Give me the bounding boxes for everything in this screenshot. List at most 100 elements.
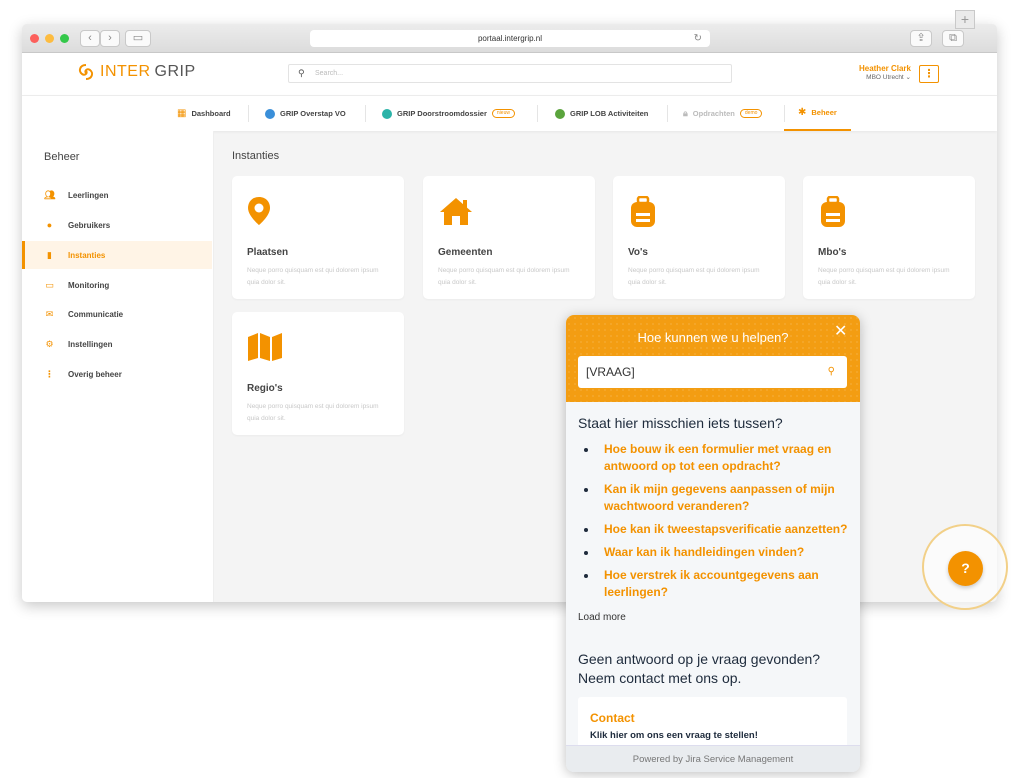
divider xyxy=(248,105,249,122)
card-description: Neque porro quisquam est qui dolorem ips… xyxy=(818,267,950,286)
backpack-icon xyxy=(821,196,845,227)
app-header: INTER GRIP ⚲ Search... Heather Clark MBO … xyxy=(22,53,997,96)
tab-label: Dashboard xyxy=(191,109,231,118)
tab-label: GRIP Overstap VO xyxy=(280,109,346,118)
grid-icon: ▦ xyxy=(177,108,187,119)
sidebar-item-monitoring[interactable]: ▭ Monitoring xyxy=(22,271,212,299)
maximize-window-dot[interactable] xyxy=(60,34,69,43)
user-organization: MBO Utrecht ⌄ xyxy=(866,74,911,81)
user-menu[interactable]: Heather Clark MBO Utrecht ⌄ xyxy=(859,64,911,81)
building-icon: ▮ xyxy=(47,249,52,260)
widget-search-value: [VRAAG] xyxy=(586,365,635,379)
suggestions-list: Hoe bouw ik een formulier met vraag en a… xyxy=(578,441,848,607)
card-title: Vo's xyxy=(628,247,648,258)
user-icon: ● xyxy=(46,220,53,230)
card-description: Neque porro quisquam est qui dolorem ips… xyxy=(247,267,379,286)
card-description: Neque porro quisquam est qui dolorem ips… xyxy=(438,267,570,286)
logo-text-inter: INTER xyxy=(100,63,151,80)
sidebar-item-gebruikers[interactable]: ● Gebruikers xyxy=(22,211,212,239)
demo-badge: demo xyxy=(739,109,763,118)
card-description: Neque porro quisquam est qui dolorem ips… xyxy=(247,403,379,422)
tabs-icon[interactable]: ⧉ xyxy=(942,30,964,47)
sidebar: Beheer 👥︎ Leerlingen ● Gebruikers ▮ Instant… xyxy=(22,131,214,602)
suggestion-link[interactable]: Hoe bouw ik een formulier met vraag en a… xyxy=(578,441,848,475)
card-vos[interactable]: Vo's Neque porro quisquam est qui dolore… xyxy=(613,176,785,299)
new-tab-icon[interactable]: + xyxy=(955,10,975,29)
tab-dashboard[interactable]: ▦ Dashboard xyxy=(177,96,231,131)
new-badge: nieuw xyxy=(491,109,515,118)
tab-grip-lob-activiteiten[interactable]: GRIP LOB Activiteiten xyxy=(555,96,648,131)
card-title: Plaatsen xyxy=(247,247,289,258)
sidebar-item-instanties[interactable]: ▮ Instanties xyxy=(22,241,212,269)
sidebar-item-label: Instellingen xyxy=(68,339,113,349)
card-title: Regio's xyxy=(247,383,283,394)
close-window-dot[interactable] xyxy=(30,34,39,43)
card-mbos[interactable]: Mbo's Neque porro quisquam est qui dolor… xyxy=(803,176,975,299)
sidebar-item-label: Leerlingen xyxy=(68,190,109,200)
intergrip-logo[interactable]: INTER GRIP xyxy=(76,63,196,81)
browser-toolbar: ‹ › ▭ portaal.intergrip.nl ↻ ⇪ ⧉ xyxy=(22,24,997,53)
search-placeholder: Search... xyxy=(315,70,344,77)
overstap-icon xyxy=(265,108,275,119)
no-answer-text: Geen antwoord op je vraag gevonden? Neem… xyxy=(578,651,821,686)
vertical-dots-icon: ⋮ xyxy=(45,368,54,379)
logo-icon xyxy=(78,64,94,80)
map-icon xyxy=(248,333,282,361)
reload-icon[interactable]: ↻ xyxy=(694,30,702,47)
card-plaatsen[interactable]: Plaatsen Neque porro quisquam est qui do… xyxy=(232,176,404,299)
suggestion-link[interactable]: Hoe verstrek ik accountgegevens aan leer… xyxy=(578,567,848,601)
sidebar-item-communicatie[interactable]: ✉ Communicatie xyxy=(22,300,212,328)
search-icon: ⚲ xyxy=(298,68,305,78)
help-widget: Hoe kunnen we u helpen? ✕ [VRAAG] ⚲ Staa… xyxy=(566,315,860,772)
logo-text-grip: GRIP xyxy=(154,63,196,80)
sidebar-item-instellingen[interactable]: ⚙ Instellingen xyxy=(22,330,212,358)
widget-footer: Powered by Jira Service Management xyxy=(566,745,860,772)
cogs-icon: ⚙ xyxy=(45,338,54,349)
sidebar-item-leerlingen[interactable]: 👥︎ Leerlingen xyxy=(22,181,212,209)
widget-header: Hoe kunnen we u helpen? ✕ [VRAAG] ⚲ xyxy=(566,315,860,402)
sidebar-item-label: Gebruikers xyxy=(68,220,111,230)
backpack-icon xyxy=(631,196,655,227)
suggestion-link[interactable]: Waar kan ik handleidingen vinden? xyxy=(578,544,848,561)
close-icon[interactable]: ✕ xyxy=(834,321,847,341)
contact-description: Klik hier om ons een vraag te stellen! xyxy=(590,730,758,741)
home-icon xyxy=(440,198,472,225)
search-icon: ⚲ xyxy=(827,366,835,377)
back-icon[interactable]: ‹ xyxy=(80,30,100,47)
tab-grip-doorstroomdossier[interactable]: GRIP Doorstroomdossier nieuw xyxy=(382,96,515,131)
main-navigation: ▦ Dashboard GRIP Overstap VO GRIP Doorst… xyxy=(22,96,997,131)
sidebar-item-overig-beheer[interactable]: ⋮ Overig beheer xyxy=(22,360,212,388)
gear-icon: ✱ xyxy=(798,107,807,118)
sidebar-item-label: Overig beheer xyxy=(68,369,122,379)
laptop-icon: ▭ xyxy=(45,279,54,290)
card-gemeenten[interactable]: Gemeenten Neque porro quisquam est qui d… xyxy=(423,176,595,299)
tab-grip-overstap-vo[interactable]: GRIP Overstap VO xyxy=(265,96,346,131)
sidebar-toggle-icon[interactable]: ▭ xyxy=(125,30,151,47)
help-button[interactable]: ? xyxy=(948,551,983,586)
tab-label: Beheer xyxy=(811,108,837,117)
share-icon[interactable]: ⇪ xyxy=(910,30,932,47)
tab-beheer[interactable]: ✱ Beheer xyxy=(784,96,851,131)
load-more-link[interactable]: Load more xyxy=(578,612,626,623)
search-input[interactable]: ⚲ Search... xyxy=(288,64,732,83)
contact-title: Contact xyxy=(590,711,635,725)
tab-label: Opdrachten xyxy=(692,109,735,118)
user-name: Heather Clark xyxy=(858,64,911,73)
card-title: Mbo's xyxy=(818,247,847,258)
card-title: Gemeenten xyxy=(438,247,493,258)
url-text: portaal.intergrip.nl xyxy=(477,34,543,43)
tab-label: GRIP Doorstroomdossier xyxy=(397,109,487,118)
address-bar[interactable]: portaal.intergrip.nl ↻ xyxy=(310,30,710,47)
envelope-icon: ✉ xyxy=(45,308,54,319)
tab-opdrachten[interactable]: 🔒︎ Opdrachten demo xyxy=(683,96,763,131)
suggestion-link[interactable]: Hoe kan ik tweestapsverificatie aanzette… xyxy=(578,521,848,538)
card-regios[interactable]: Regio's Neque porro quisquam est qui dol… xyxy=(232,312,404,435)
suggestion-link[interactable]: Kan ik mijn gegevens aanpassen of mijn w… xyxy=(578,481,848,515)
sidebar-item-label: Instanties xyxy=(68,250,106,260)
map-pin-icon xyxy=(248,197,270,225)
widget-title: Hoe kunnen we u helpen? xyxy=(637,330,789,345)
forward-icon[interactable]: › xyxy=(100,30,120,47)
minimize-window-dot[interactable] xyxy=(45,34,54,43)
widget-search-input[interactable]: [VRAAG] ⚲ xyxy=(578,356,847,388)
more-menu-icon[interactable]: ⋮ xyxy=(919,65,939,83)
